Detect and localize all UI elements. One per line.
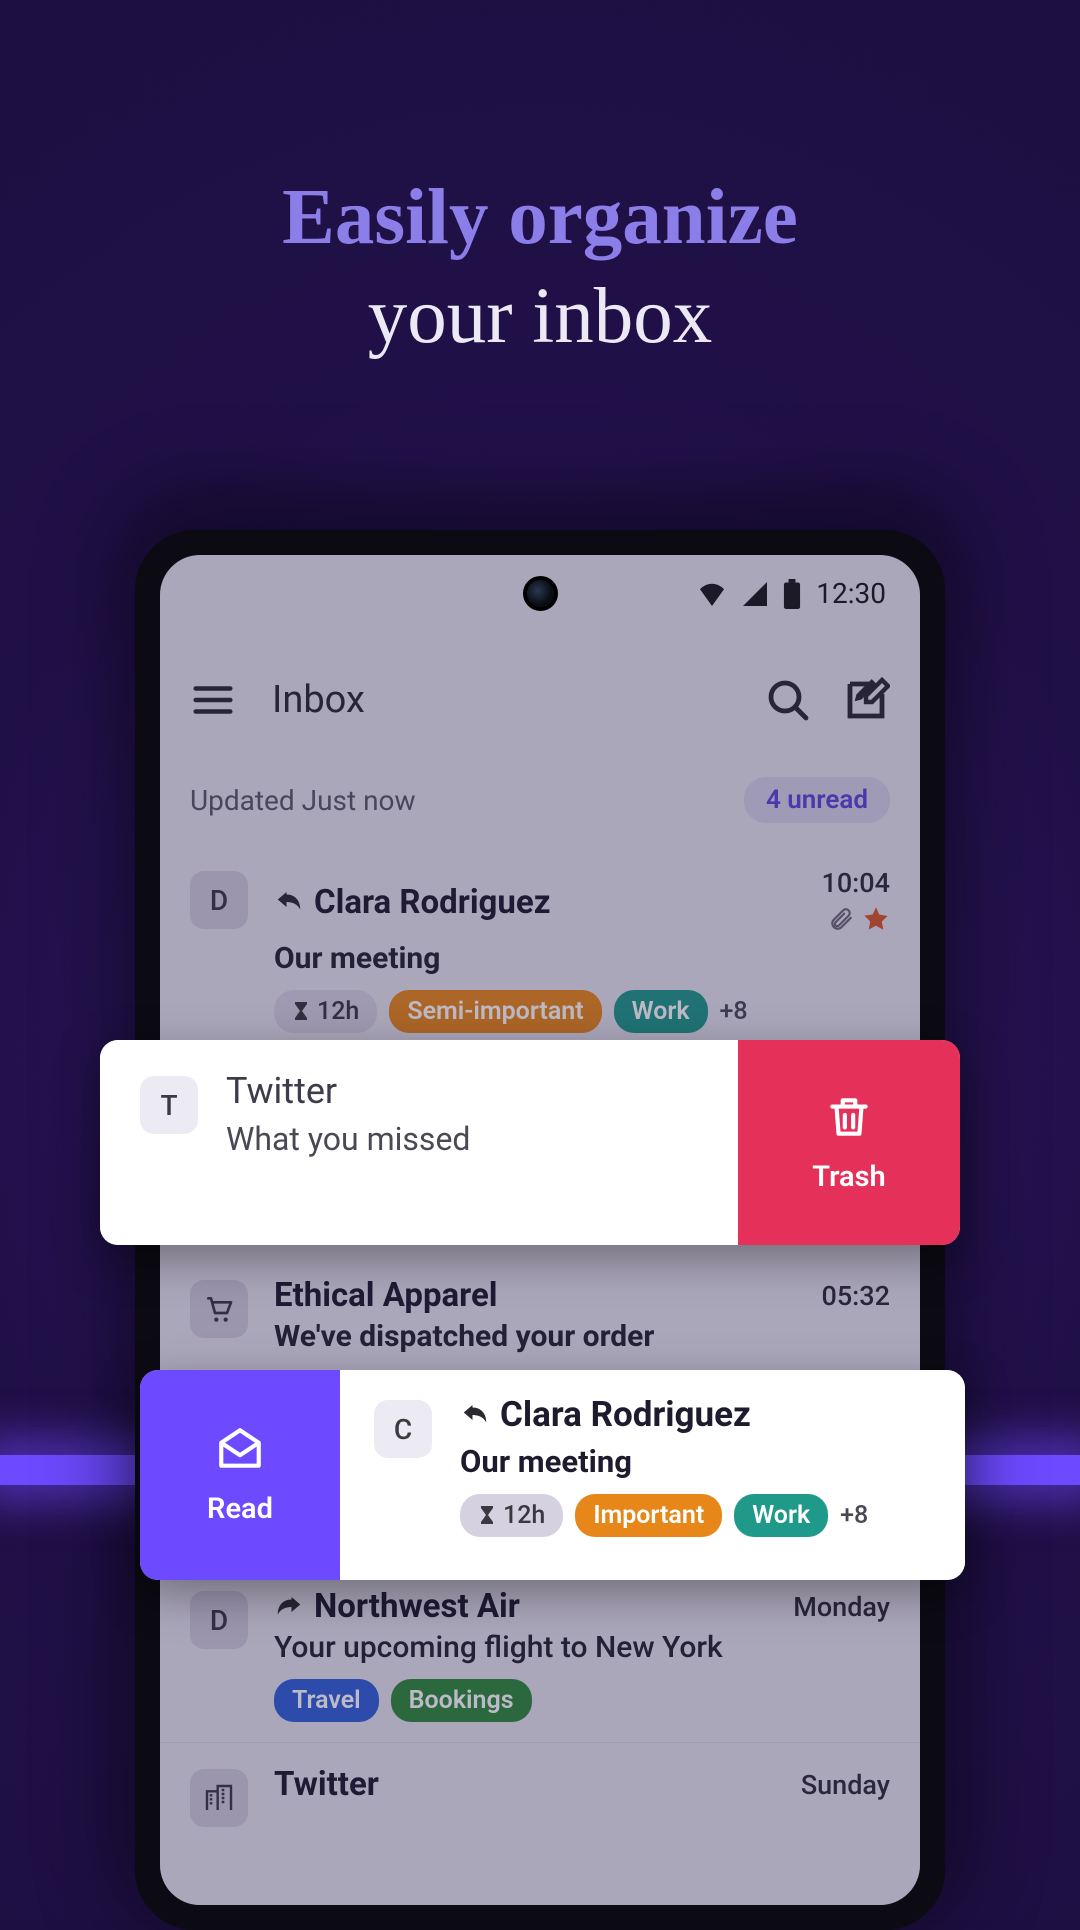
email-subject: We've dispatched your order [274,1319,890,1354]
email-sender: Clara Rodriguez [314,883,551,922]
label-chip: Important [575,1494,722,1537]
headline-line-1: Easily organize [0,175,1080,262]
email-time: Sunday [801,1769,890,1801]
swipe-email-content[interactable]: C Clara Rodriguez Our meeting 12h Import… [340,1370,965,1580]
email-sender: Clara Rodriguez [500,1394,751,1435]
avatar-cart-icon [190,1280,248,1338]
avatar: D [190,871,248,929]
email-sender: Ethical Apparel [274,1276,498,1315]
swipe-card-trash[interactable]: T Twitter What you missed Trash [100,1040,960,1245]
swipe-action-trash[interactable]: Trash [738,1040,960,1245]
status-bar: 12:30 [697,577,886,610]
label-chip: Bookings [391,1679,532,1722]
swipe-email-content[interactable]: T Twitter What you missed [100,1040,738,1245]
snooze-chip: 12h [460,1494,563,1537]
email-row[interactable]: D Clara Rodriguez 10:04 [160,845,920,1054]
email-sender: Northwest Air [314,1587,520,1626]
compose-icon[interactable] [842,676,890,724]
cell-signal-icon [742,582,768,606]
label-chip: Semi-important [389,990,601,1033]
reply-arrow-icon [460,1400,490,1430]
label-chip: Work [734,1494,828,1537]
email-row[interactable]: Ethical Apparel 05:32 We've dispatched y… [160,1254,920,1375]
email-sender: Twitter [226,1070,708,1112]
label-chip: Work [614,990,708,1033]
label-chip: Travel [274,1679,379,1722]
menu-icon[interactable] [190,677,236,723]
email-row[interactable]: Twitter Sunday [160,1743,920,1905]
email-time: 05:32 [821,1280,890,1312]
unread-badge[interactable]: 4 unread [744,777,890,823]
email-tags: 12h Important Work +8 [460,1494,935,1537]
more-labels: +8 [840,1501,868,1530]
email-subject: What you missed [226,1120,708,1158]
wifi-icon [697,582,727,606]
app-bar: Inbox [160,655,920,745]
email-tags: Travel Bookings [274,1679,890,1722]
avatar: D [190,1591,248,1649]
reply-arrow-icon [274,887,304,917]
battery-icon [783,579,801,609]
email-time: 10:04 [821,867,890,899]
camera-notch [523,576,558,611]
envelope-open-icon [215,1424,265,1478]
swipe-action-label: Read [207,1492,273,1526]
headline-line-2: your inbox [0,274,1080,361]
swipe-action-read[interactable]: Read [140,1370,340,1580]
email-time: Monday [793,1591,890,1623]
trash-icon [824,1092,874,1146]
updated-label: Updated Just now [190,784,416,817]
email-row[interactable]: D Northwest Air Monday Your upcoming fli… [160,1565,920,1743]
avatar: C [374,1400,432,1458]
inbox-subheader: Updated Just now 4 unread [160,777,920,823]
avatar-building-icon [190,1769,248,1827]
swipe-action-label: Trash [812,1160,885,1194]
marketing-headline: Easily organize your inbox [0,0,1080,361]
email-sender: Twitter [274,1765,379,1804]
email-subject: Our meeting [274,941,890,976]
page-title: Inbox [272,678,734,722]
email-tags: 12h Semi-important Work +8 [274,990,890,1033]
email-subject: Your upcoming flight to New York [274,1630,890,1665]
avatar: T [140,1076,198,1134]
swipe-card-read[interactable]: Read C Clara Rodriguez Our meeting 12h I… [140,1370,965,1580]
status-time: 12:30 [816,577,886,610]
snooze-chip: 12h [274,990,377,1033]
star-icon[interactable] [862,905,890,937]
search-icon[interactable] [764,676,812,724]
email-subject: Our meeting [460,1443,935,1480]
forward-arrow-icon [274,1592,304,1622]
more-labels: +8 [720,997,748,1026]
attachment-icon [828,906,854,936]
